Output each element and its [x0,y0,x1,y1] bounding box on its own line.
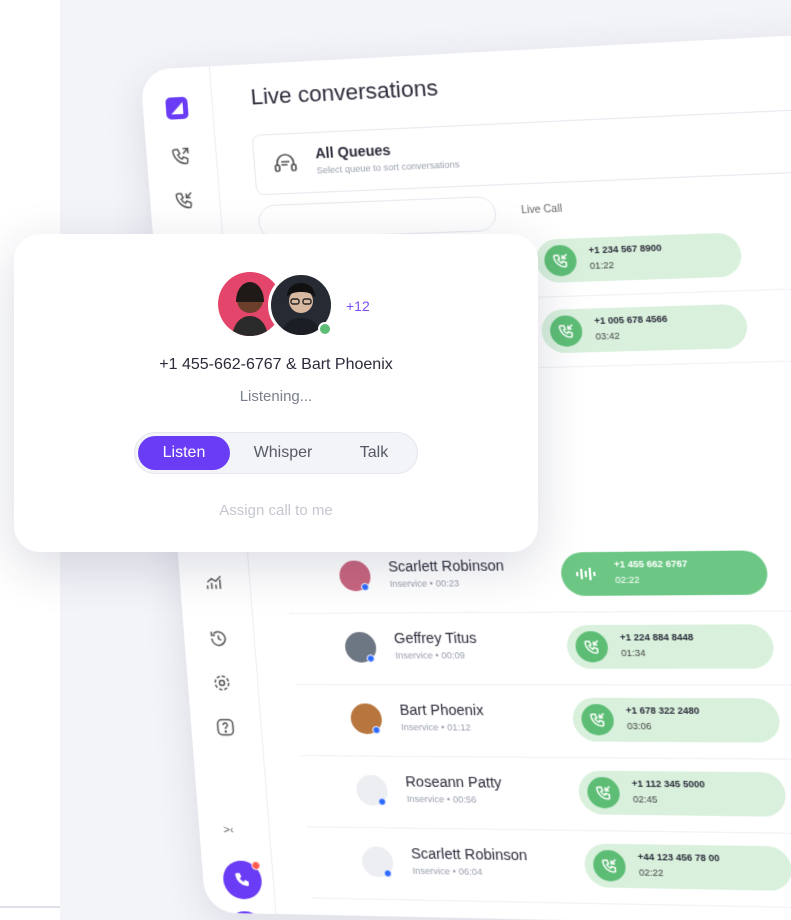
incoming-call-icon[interactable] [171,188,197,213]
call-pill[interactable]: +1 234 567 8900 01:22 [534,232,743,284]
agent-row[interactable]: Roseann Patty Inservice • 00:56 +1 112 3… [300,758,791,837]
agent-row[interactable]: Geffrey Titus Inservice • 00:09 +1 224 8… [289,612,791,686]
history-icon[interactable] [205,626,231,650]
agent-status: Inservice • 00:56 [406,793,477,805]
presence-dot [372,725,381,735]
avatar [349,703,383,735]
analytics-icon[interactable] [201,570,227,594]
call-pill[interactable]: +1 455 662 6767 02:22 [559,550,770,597]
app-logo-icon[interactable] [164,96,190,121]
settings-gear-icon[interactable] [209,671,235,695]
online-status-dot [318,322,332,336]
agent-status: Inservice • 00:23 [389,578,460,589]
help-icon[interactable] [212,715,238,739]
call-pill[interactable]: +1 678 322 2480 03:06 [571,697,782,743]
avatar [343,631,378,663]
call-duration: 01:34 [620,647,646,659]
call-number: +1 678 322 2480 [625,705,700,716]
avatar [360,846,395,878]
queue-label: All Queues [314,141,392,162]
call-number: +1 224 884 8448 [619,631,694,643]
avatar [338,560,372,592]
presence-dot [360,582,370,592]
incoming-call-icon [543,244,578,277]
collapse-sidebar-button[interactable]: >‹ [223,824,234,836]
call-number: +1 005 678 4566 [593,313,668,327]
agent-status: Inservice • 06:04 [412,865,483,878]
incoming-call-icon [592,849,627,882]
call-pill[interactable]: +1 005 678 4566 03:42 [539,303,749,354]
call-duration: 02:22 [614,574,640,586]
presence-dot [366,654,376,663]
presence-dot [377,797,387,806]
queue-selector[interactable]: All Queues Select queue to sort conversa… [251,102,791,196]
whisper-button[interactable]: Whisper [235,436,331,470]
presence-dot [383,869,393,878]
phone-icon [235,873,249,887]
call-number: +44 123 456 78 00 [637,851,721,864]
agent-name: Geffrey Titus [393,629,478,647]
call-duration: 02:22 [638,867,664,879]
dialer-button[interactable] [221,860,264,900]
call-pill[interactable]: +1 112 345 5000 02:45 [577,770,788,817]
incoming-call-icon [574,631,610,663]
outgoing-call-icon[interactable] [168,144,194,169]
incoming-call-icon [586,776,621,809]
call-number: +1 234 567 8900 [588,242,663,256]
column-header-live-call: Live Call [520,203,563,217]
agent-name: Bart Phoenix [399,701,485,719]
mode-switcher: Listen Whisper Talk [134,432,418,474]
agent-name: Scarlett Robinson [410,845,528,864]
call-duration: 03:42 [595,330,621,342]
assign-call-button[interactable]: Assign call to me [14,502,538,519]
call-number: +1 112 345 5000 [631,778,706,790]
agent-status: Inservice • 01:12 [400,722,472,733]
notification-badge [251,860,261,871]
call-duration: 03:06 [626,720,652,732]
call-duration: 02:45 [632,794,658,805]
call-pill[interactable]: +44 123 456 78 00 02:22 [582,843,791,891]
queue-hint: Select queue to sort conversations [316,159,460,176]
agent-row[interactable]: Scarlett Robinson Inservice • 06:04 +44 … [306,829,791,913]
agent-name: Scarlett Robinson [387,557,505,575]
call-duration: 01:22 [589,259,615,272]
agent-status: Inservice • 00:09 [394,650,466,661]
call-status: Listening... [239,388,313,405]
page-title: Live conversations [249,74,439,110]
call-number: +1 455 662 6767 [613,558,688,570]
divider [0,906,60,908]
talk-button[interactable]: Talk [335,436,413,470]
more-participants-count[interactable]: +12 [346,298,370,314]
agent-name: Roseann Patty [404,773,503,791]
call-pill[interactable]: +1 224 884 8448 01:34 [565,624,776,669]
listen-button[interactable]: Listen [138,436,230,470]
agent-row[interactable]: Bart Phoenix Inservice • 01:12 +1 678 32… [295,687,791,762]
queue-icon [272,150,299,180]
incoming-call-icon [580,704,615,736]
incoming-call-icon [548,315,584,348]
avatar [355,774,389,806]
participants-label: +1 455-662-6767 & Bart Phoenix [159,356,393,373]
audio-wave-icon [576,566,597,588]
listen-popup: +12 +1 455-662-6767 & Bart Phoenix Liste… [14,234,538,552]
